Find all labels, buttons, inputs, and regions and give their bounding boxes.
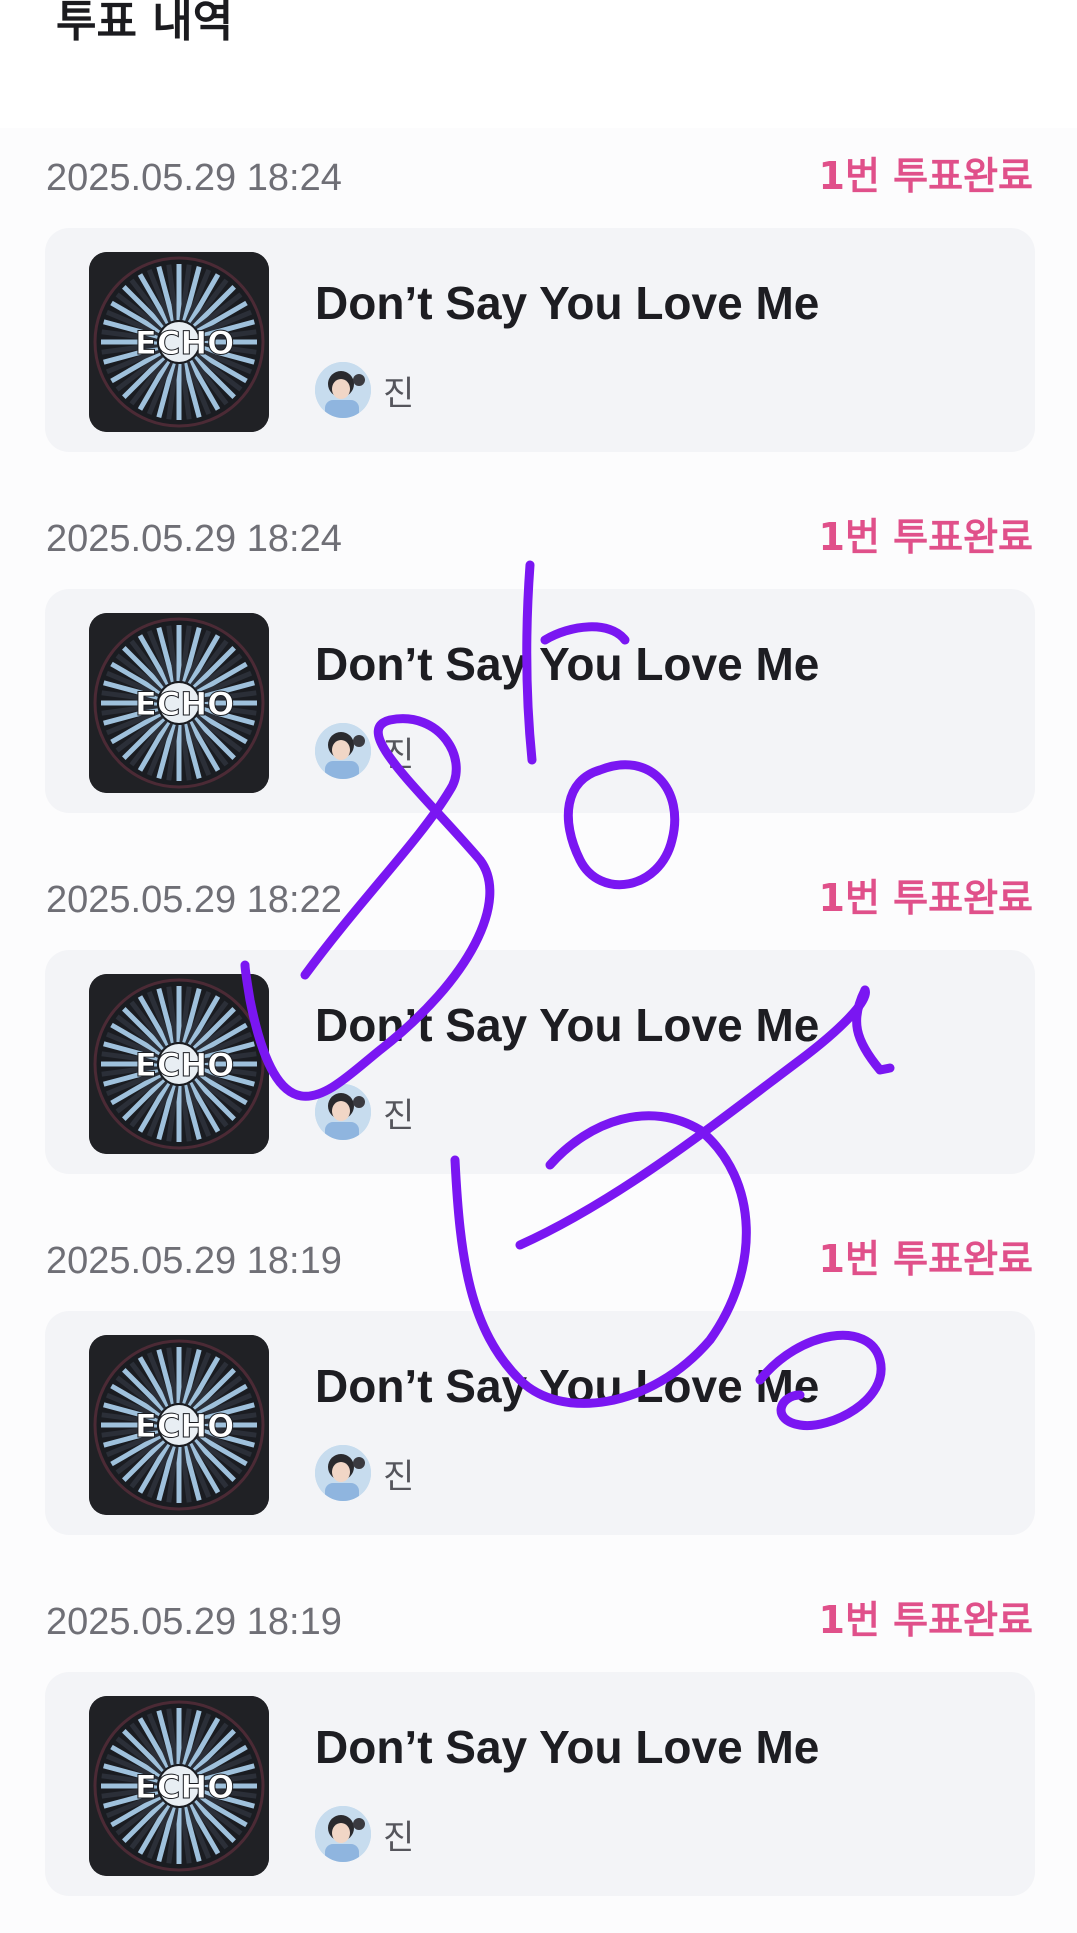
song-title: Don’t Say You Love Me (315, 1360, 820, 1412)
vote-entry: 2025.05.29 18:19 1번 투표완료 ECHO Don’t Say … (0, 1211, 1077, 1572)
artist-row: 진 (315, 1806, 414, 1862)
page-title: 투표 내역 (56, 0, 234, 47)
artist-avatar (315, 362, 371, 418)
album-cover: ECHO (89, 252, 269, 432)
artist-name: 진 (383, 373, 415, 414)
svg-text:ECHO: ECHO (135, 1407, 234, 1445)
artist-name: 진 (383, 1095, 415, 1136)
vote-entry: 2025.05.29 18:19 1번 투표완료 ECHO Don’t Say … (0, 1572, 1077, 1933)
vote-entry: 2025.05.29 18:24 1번 투표완료 ECHO Don’t Say … (0, 489, 1077, 850)
vote-status-badge: 1번 투표완료 (818, 1598, 1033, 1642)
vote-status-badge: 1번 투표완료 (818, 1237, 1033, 1281)
song-title: Don’t Say You Love Me (315, 999, 820, 1051)
artist-avatar (315, 1445, 371, 1501)
vote-status-badge: 1번 투표완료 (818, 515, 1033, 559)
album-cover: ECHO (89, 1696, 269, 1876)
album-cover: ECHO (89, 613, 269, 793)
song-card[interactable]: ECHO Don’t Say You Love Me 진 (45, 1311, 1035, 1535)
artist-avatar (315, 723, 371, 779)
song-card[interactable]: ECHO Don’t Say You Love Me 진 (45, 228, 1035, 452)
album-cover: ECHO (89, 1335, 269, 1515)
svg-text:ECHO: ECHO (135, 324, 234, 362)
artist-row: 진 (315, 362, 414, 418)
artist-name: 진 (383, 1456, 415, 1497)
vote-timestamp: 2025.05.29 18:19 (46, 1240, 342, 1282)
vote-entry: 2025.05.29 18:22 1번 투표완료 ECHO Don’t Say … (0, 850, 1077, 1211)
artist-row: 진 (315, 1445, 414, 1501)
artist-name: 진 (383, 1817, 415, 1858)
vote-timestamp: 2025.05.29 18:24 (46, 157, 342, 199)
svg-text:ECHO: ECHO (135, 685, 234, 723)
album-cover: ECHO (89, 974, 269, 1154)
song-card[interactable]: ECHO Don’t Say You Love Me 진 (45, 589, 1035, 813)
vote-entry: 2025.05.29 18:24 1번 투표완료 ECHO Don’t Say … (0, 128, 1077, 489)
artist-row: 진 (315, 723, 414, 779)
song-card[interactable]: ECHO Don’t Say You Love Me 진 (45, 1672, 1035, 1896)
artist-avatar (315, 1084, 371, 1140)
song-title: Don’t Say You Love Me (315, 638, 820, 690)
header: 투표 내역 (0, 0, 1077, 128)
song-title: Don’t Say You Love Me (315, 277, 820, 329)
song-card[interactable]: ECHO Don’t Say You Love Me 진 (45, 950, 1035, 1174)
vote-timestamp: 2025.05.29 18:24 (46, 518, 342, 560)
vote-status-badge: 1번 투표완료 (818, 876, 1033, 920)
vote-history-list: 2025.05.29 18:24 1번 투표완료 ECHO Don’t Say … (0, 128, 1077, 1933)
artist-avatar (315, 1806, 371, 1862)
vote-timestamp: 2025.05.29 18:19 (46, 1601, 342, 1643)
svg-text:ECHO: ECHO (135, 1768, 234, 1806)
artist-row: 진 (315, 1084, 414, 1140)
vote-status-badge: 1번 투표완료 (818, 154, 1033, 198)
svg-text:ECHO: ECHO (135, 1046, 234, 1084)
song-title: Don’t Say You Love Me (315, 1721, 820, 1773)
artist-name: 진 (383, 734, 415, 775)
vote-timestamp: 2025.05.29 18:22 (46, 879, 342, 921)
